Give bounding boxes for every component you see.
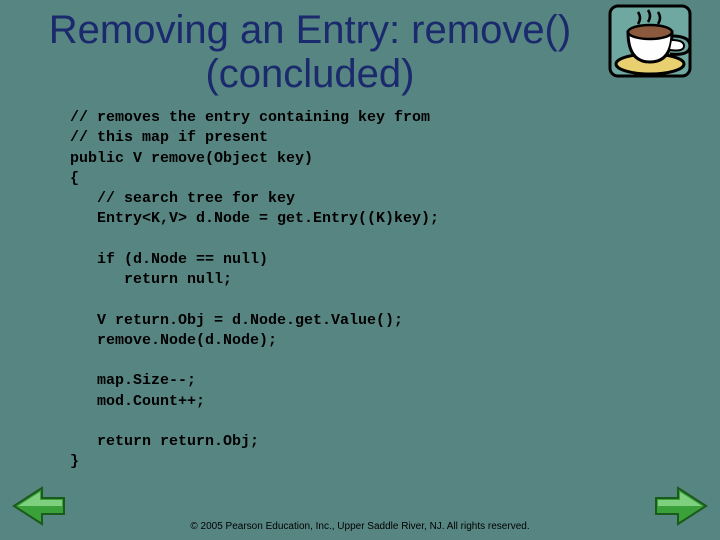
prev-arrow-icon[interactable] (12, 484, 66, 528)
teacup-icon (608, 4, 708, 94)
slide-title: Removing an Entry: remove() (concluded) (0, 0, 620, 96)
next-arrow-icon[interactable] (654, 484, 708, 528)
code-listing: // removes the entry containing key from… (70, 108, 650, 473)
copyright-footer: © 2005 Pearson Education, Inc., Upper Sa… (0, 521, 720, 532)
